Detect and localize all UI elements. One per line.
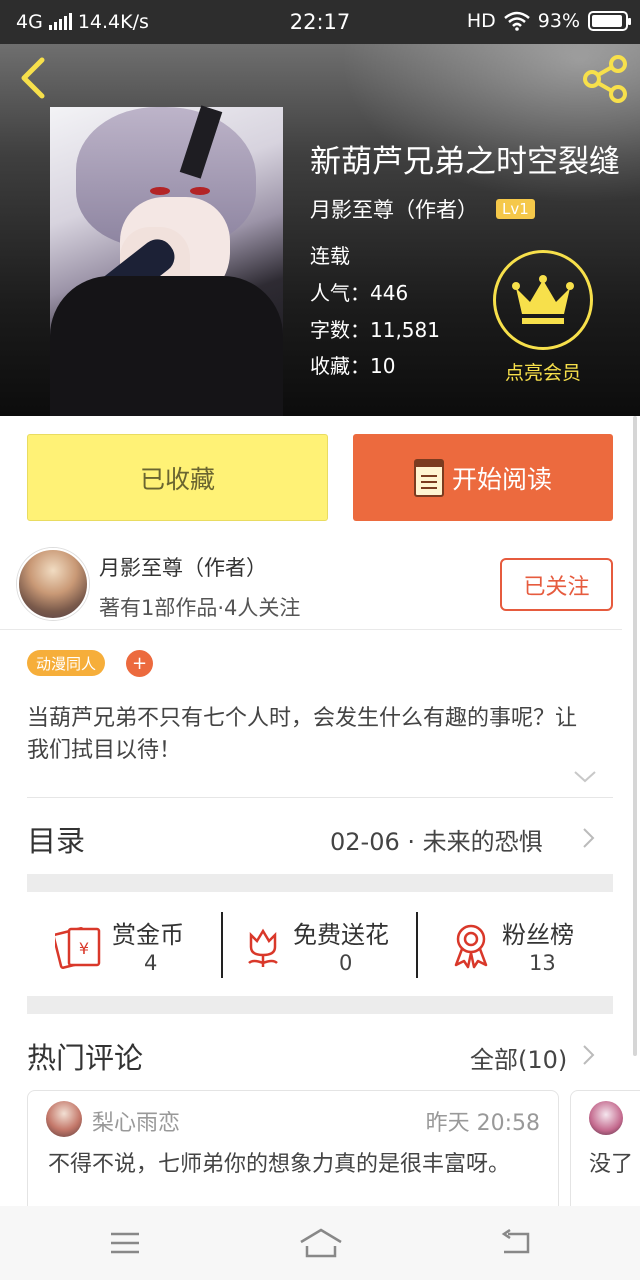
genre-tag[interactable]: 动漫同人 bbox=[27, 650, 106, 676]
commenter-avatar[interactable] bbox=[589, 1101, 623, 1135]
comment-text: 没了 bbox=[589, 1152, 634, 1177]
book-icon bbox=[413, 458, 444, 497]
section-separator bbox=[27, 874, 613, 892]
cover-art-eye bbox=[190, 187, 210, 195]
back-nav-icon[interactable] bbox=[498, 1226, 534, 1260]
comment-time: 昨天 20:58 bbox=[425, 1111, 540, 1136]
author-name: 月影至尊（作者） bbox=[99, 556, 267, 580]
comment-card[interactable]: 没了 bbox=[570, 1090, 640, 1220]
battery-percent: 93% bbox=[537, 10, 580, 32]
flower-icon bbox=[248, 928, 278, 967]
chevron-down-icon bbox=[574, 771, 596, 783]
add-tag-button[interactable]: + bbox=[126, 650, 153, 677]
book-title: 新葫芦兄弟之时空裂缝 bbox=[310, 144, 620, 180]
start-reading-label: 开始阅读 bbox=[451, 464, 552, 494]
favorited-button[interactable]: 已收藏 bbox=[27, 434, 328, 521]
scrollbar[interactable] bbox=[633, 416, 637, 1056]
vip-button[interactable]: 点亮会员 bbox=[488, 250, 598, 385]
hd-indicator: HD bbox=[466, 10, 496, 32]
fan-ranking-button[interactable]: 粉丝榜 13 bbox=[450, 913, 600, 977]
level-badge: Lv1 bbox=[496, 199, 535, 219]
crown-icon bbox=[512, 275, 574, 324]
stat-separator bbox=[416, 912, 418, 978]
popularity: 人气：446 bbox=[310, 281, 409, 305]
send-flower-button[interactable]: 免费送花 0 bbox=[243, 913, 408, 977]
author-avatar[interactable] bbox=[17, 548, 89, 620]
vip-badge bbox=[493, 250, 593, 350]
coin-reward-button[interactable]: ¥ 赏金币 4 bbox=[55, 913, 205, 977]
stat-value: 4 bbox=[144, 951, 158, 975]
stat-value: 13 bbox=[529, 951, 556, 975]
author-stats: 著有1部作品·4人关注 bbox=[99, 596, 301, 620]
start-reading-button[interactable]: 开始阅读 bbox=[353, 434, 613, 521]
stat-separator bbox=[221, 912, 223, 978]
book-description: 当葫芦兄弟不只有七个人时，会发生什么有趣的事呢？让我们拭目以待！ bbox=[27, 706, 578, 763]
serial-status: 连载 bbox=[310, 244, 350, 268]
cover-art-body bbox=[50, 276, 283, 416]
section-separator bbox=[27, 996, 613, 1014]
hot-comments-title: 热门评论 bbox=[27, 1041, 144, 1075]
svg-text:¥: ¥ bbox=[79, 939, 89, 958]
book-header: 新葫芦兄弟之时空裂缝 月影至尊（作者） Lv1 连载 人气：446 字数：11,… bbox=[0, 44, 640, 416]
commenter-avatar[interactable] bbox=[46, 1101, 82, 1137]
battery-icon bbox=[588, 11, 631, 31]
word-count: 字数：11,581 bbox=[310, 318, 440, 342]
home-icon[interactable] bbox=[298, 1226, 344, 1260]
all-comments-link[interactable]: 全部(10) bbox=[470, 1040, 567, 1075]
commenter-name[interactable]: 梨心雨恋 bbox=[92, 1105, 180, 1137]
expand-button[interactable] bbox=[572, 766, 598, 786]
medal-icon bbox=[454, 924, 488, 969]
cover-art-eye bbox=[150, 187, 170, 195]
stat-label: 赏金币 bbox=[112, 921, 184, 949]
stat-label: 免费送花 bbox=[293, 921, 389, 949]
toc-label[interactable]: 目录 bbox=[27, 818, 85, 860]
share-icon bbox=[583, 55, 627, 103]
follow-button[interactable]: 已关注 bbox=[500, 558, 613, 611]
battery-fill bbox=[592, 15, 622, 27]
back-button[interactable] bbox=[14, 56, 54, 100]
stat-label: 粉丝榜 bbox=[502, 921, 574, 949]
share-button[interactable] bbox=[580, 54, 630, 104]
header-author-line: 月影至尊（作者） Lv1 bbox=[310, 194, 535, 224]
comment-card[interactable]: 梨心雨恋 昨天 20:58 不得不说，七师弟你的想象力真的是很丰富呀。 bbox=[27, 1090, 559, 1220]
chevron-right-icon bbox=[583, 828, 595, 848]
latest-chapter[interactable]: 02-06 · 未来的恐惧 bbox=[330, 822, 543, 857]
author-card[interactable]: 月影至尊（作者） 著有1部作品·4人关注 已关注 bbox=[0, 540, 622, 630]
divider bbox=[27, 797, 613, 798]
red-envelope-icon: ¥ bbox=[55, 927, 101, 969]
header-author[interactable]: 月影至尊（作者） bbox=[310, 194, 478, 224]
comment-text: 不得不说，七师弟你的想象力真的是很丰富呀。 bbox=[48, 1152, 511, 1177]
status-bar: 4G 14.4K/s 22:17 HD 93% bbox=[0, 0, 640, 44]
system-nav-bar bbox=[0, 1206, 640, 1280]
back-arrow-icon bbox=[21, 57, 45, 99]
wifi-icon bbox=[503, 11, 530, 31]
stat-value: 0 bbox=[339, 951, 353, 975]
menu-icon[interactable] bbox=[107, 1226, 143, 1260]
vip-label: 点亮会员 bbox=[504, 362, 581, 384]
chevron-right-icon bbox=[583, 1045, 595, 1065]
status-right: HD 93% bbox=[466, 10, 631, 32]
favorite-count: 收藏：10 bbox=[310, 354, 396, 378]
book-cover[interactable] bbox=[50, 105, 283, 416]
